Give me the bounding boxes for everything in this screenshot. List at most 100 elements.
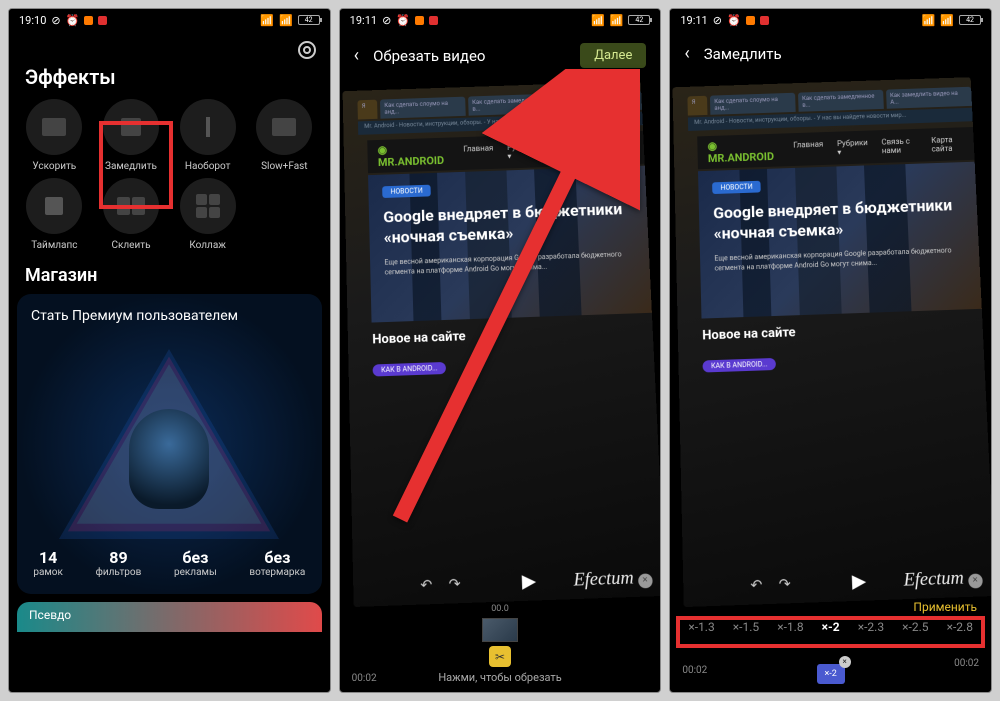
- cut-button[interactable]: ✂: [489, 646, 511, 667]
- battery-icon: 42: [959, 15, 981, 25]
- premium-stats: 14рамок 89фильтров безрекламы безвотерма…: [17, 548, 322, 578]
- screen-title: Замедлить: [704, 45, 782, 63]
- status-bar: 19:10 ⊘ ⏰ 📶 📶 42: [9, 9, 330, 31]
- browser-tab-ya: Я: [357, 100, 377, 120]
- app-icon-2: [98, 16, 107, 25]
- timeline[interactable]: 00:02 00:02 ×-2 ×: [682, 658, 979, 684]
- effect-slowfast[interactable]: Slow+Fast: [249, 99, 320, 172]
- status-bar: 19:11 ⊘ ⏰ 📶 📶 42: [340, 9, 661, 31]
- browser-tab-3: Как замедлить видео на А...: [556, 91, 642, 113]
- dnd-icon: ⊘: [51, 14, 60, 27]
- timecode-right: 00:02: [954, 658, 979, 669]
- dnd-icon: ⊘: [382, 14, 391, 27]
- watermark-close-icon[interactable]: ×: [968, 573, 983, 588]
- effect-slowdown[interactable]: Замедлить: [96, 99, 167, 172]
- speed-5[interactable]: ×-2.3: [858, 620, 884, 634]
- redo-icon[interactable]: ↷: [448, 576, 460, 593]
- app-icon-1: [84, 16, 93, 25]
- speed-3[interactable]: ×-1.8: [777, 620, 803, 634]
- speed-panel: Применить ×-1.3 ×-1.5 ×-1.8 ×-2 ×-2.3 ×-…: [670, 596, 991, 692]
- browser-tab-1: Как сделать слоумо на анд...: [710, 93, 796, 115]
- gear-icon[interactable]: [298, 41, 316, 59]
- trim-hint: Нажми, чтобы обрезать: [438, 671, 561, 684]
- signal-icon: 📶: [591, 14, 605, 27]
- speed-4-selected[interactable]: ×-2: [822, 620, 840, 634]
- premium-image: [129, 409, 209, 509]
- back-icon[interactable]: ‹: [354, 45, 359, 66]
- hero-badge: НОВОСТИ: [713, 181, 761, 194]
- timecode-left: 00:02: [682, 665, 707, 676]
- app-icon-1: [415, 16, 424, 25]
- premium-title: Стать Премиум пользователем: [31, 308, 238, 324]
- watermark: Efectum×: [573, 566, 652, 591]
- app-icon-2: [429, 16, 438, 25]
- speed-2[interactable]: ×-1.5: [733, 620, 759, 634]
- shop-title: Магазин: [9, 251, 330, 294]
- screen-trim: 19:11 ⊘ ⏰ 📶 📶 42 ‹ Обрезать видео Далее …: [339, 8, 662, 693]
- screen-effects: 19:10 ⊘ ⏰ 📶 📶 42 Эффекты Ускорить Замедл…: [8, 8, 331, 693]
- new-section: Новое на сайте КАК В ANDROID...: [372, 323, 654, 377]
- browser-tab-2: Как сделать замедленное в...: [468, 94, 554, 116]
- battery-icon: 42: [628, 15, 650, 25]
- effect-speedup[interactable]: Ускорить: [19, 99, 90, 172]
- screen-title: Обрезать видео: [373, 47, 485, 65]
- battery-icon: 42: [298, 15, 320, 25]
- marker-close-icon[interactable]: ×: [839, 656, 851, 668]
- timecode-left: 00:02: [352, 673, 377, 684]
- alarm-icon: ⏰: [727, 14, 741, 27]
- hero-block: НОВОСТИ Google внедряет в бюджетники «но…: [368, 166, 651, 323]
- top-bar: ‹ Обрезать видео Далее: [340, 31, 661, 80]
- timeline-marker[interactable]: ×-2 ×: [817, 664, 845, 684]
- hero-badge: НОВОСТИ: [382, 185, 430, 198]
- wifi-icon: 📶: [610, 14, 624, 27]
- browser-tab-3: Как замедлить видео на А...: [886, 87, 972, 109]
- clock: 19:11: [680, 14, 707, 27]
- signal-icon: 📶: [260, 14, 274, 27]
- hero-block: НОВОСТИ Google внедряет в бюджетники «но…: [699, 162, 982, 319]
- effect-timelapse[interactable]: Таймлапс: [19, 178, 90, 251]
- screen-slowdown: 19:11 ⊘ ⏰ 📶 📶 42 ‹ Замедлить Я Как сдела…: [669, 8, 992, 693]
- back-icon[interactable]: ‹: [684, 43, 689, 64]
- clock: 19:11: [350, 14, 377, 27]
- app-icon-2: [760, 16, 769, 25]
- effects-title: Эффекты: [9, 63, 330, 99]
- next-button[interactable]: Далее: [580, 43, 646, 68]
- trim-panel: 00.0 ✂ Нажми, чтобы обрезать 00:02: [340, 596, 661, 692]
- pseudo-card[interactable]: Псевдо: [17, 602, 322, 632]
- effect-reverse[interactable]: Наоборот: [172, 99, 243, 172]
- effect-collage[interactable]: Коллаж: [172, 178, 243, 251]
- dnd-icon: ⊘: [713, 14, 722, 27]
- undo-icon[interactable]: ↶: [751, 577, 763, 594]
- site-logo: MR.ANDROID: [377, 142, 444, 169]
- wifi-icon: 📶: [279, 14, 293, 27]
- effect-merge[interactable]: Склеить: [96, 178, 167, 251]
- play-icon[interactable]: ▶: [852, 570, 867, 592]
- browser-tab-2: Как сделать замедленное в...: [798, 90, 884, 112]
- speed-7[interactable]: ×-2.8: [947, 620, 973, 634]
- new-section: Новое на сайте КАК В ANDROID...: [702, 319, 984, 373]
- signal-icon: 📶: [922, 14, 936, 27]
- undo-icon[interactable]: ↶: [420, 577, 432, 594]
- watermark-close-icon[interactable]: ×: [637, 573, 652, 588]
- timecode-top: 00.0: [491, 604, 509, 614]
- timeline-thumb[interactable]: [482, 618, 518, 642]
- apply-button[interactable]: Применить: [913, 600, 977, 614]
- clock: 19:10: [19, 14, 46, 27]
- alarm-icon: ⏰: [396, 14, 410, 27]
- app-icon-1: [746, 16, 755, 25]
- browser-tab-1: Как сделать слоумо на анд...: [380, 97, 466, 119]
- top-bar: ‹ Замедлить: [670, 31, 991, 76]
- speed-1[interactable]: ×-1.3: [688, 620, 714, 634]
- play-icon[interactable]: ▶: [521, 570, 536, 592]
- browser-tab-ya: Я: [688, 96, 708, 116]
- effects-grid: Ускорить Замедлить Наоборот Slow+Fast Та…: [9, 99, 330, 251]
- watermark: Efectum×: [904, 566, 983, 591]
- status-bar: 19:11 ⊘ ⏰ 📶 📶 42: [670, 9, 991, 31]
- wifi-icon: 📶: [940, 14, 954, 27]
- site-logo: MR.ANDROID: [708, 138, 775, 165]
- video-preview[interactable]: Я Как сделать слоумо на анд... Как сдела…: [673, 77, 992, 607]
- redo-icon[interactable]: ↷: [779, 576, 791, 593]
- premium-card[interactable]: Стать Премиум пользователем 14рамок 89фи…: [17, 294, 322, 594]
- speed-6[interactable]: ×-2.5: [902, 620, 928, 634]
- video-preview[interactable]: Я Как сделать слоумо на анд... Как сдела…: [342, 81, 661, 607]
